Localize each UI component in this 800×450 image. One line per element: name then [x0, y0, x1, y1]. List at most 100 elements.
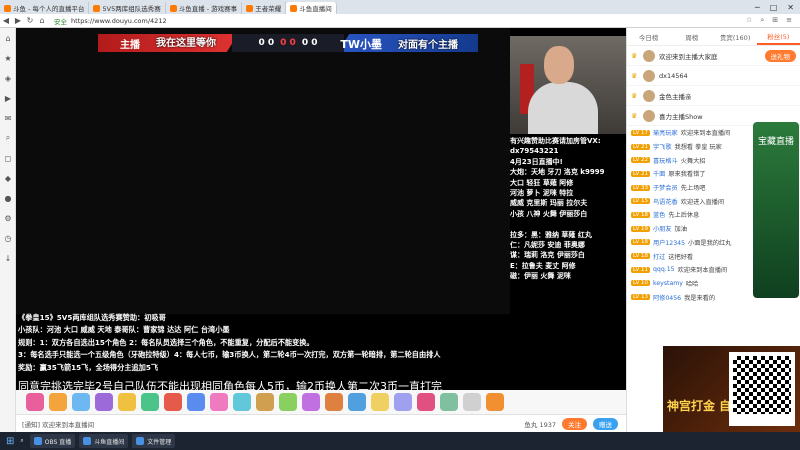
rank-badge[interactable]: 送礼物 [764, 49, 796, 62]
gift-icon[interactable] [210, 393, 228, 411]
chat-user-name[interactable]: 喜玩格斗 [653, 156, 678, 165]
gift-icon[interactable] [486, 393, 504, 411]
chat-user-name[interactable]: 蓝色 [653, 210, 665, 219]
chat-user-name[interactable]: 于梦会员 [653, 183, 678, 192]
gift-icon[interactable] [118, 393, 136, 411]
download-icon[interactable]: ↓ [0, 248, 16, 268]
taskbar-app[interactable]: 文件管理 [132, 434, 176, 448]
level-badge: LV 21 [631, 143, 650, 150]
start-icon[interactable]: ⊞ [6, 436, 14, 447]
scoreboard: 0 0 0 0 0 0 主播 我在这里等你 TW小墨 对面有个主播 [98, 32, 478, 54]
taskbar-app[interactable]: OBS 直播 [29, 434, 76, 448]
gift-icon[interactable] [463, 393, 481, 411]
level-badge: LV 11 [631, 266, 650, 273]
gift-icon[interactable] [72, 393, 90, 411]
gift-icon[interactable] [348, 393, 366, 411]
browser-tab[interactable]: 5V5两库组队选秀赛 [89, 2, 166, 14]
refresh-icon[interactable]: ↻ [24, 16, 36, 25]
rank-row[interactable]: ♛ 金色主播亲 [627, 86, 800, 106]
taskbar-app[interactable]: 斗鱼直播间 [79, 434, 129, 448]
rule-line: 3：每名选手只能选一个五级角色（牙砲拉特级）4：每人七币，输3币换人，第二轮4币… [18, 350, 441, 360]
extension-icon[interactable]: ⊞ [772, 16, 778, 25]
chat-user-name[interactable]: 瑜亮玩家 [653, 128, 678, 137]
star-icon[interactable]: ☆ [746, 16, 752, 25]
streamer-body [528, 82, 598, 134]
app-icon [136, 437, 145, 445]
chat-user-name[interactable]: 小朋友 [653, 224, 672, 233]
home-icon[interactable]: ⌂ [0, 28, 16, 48]
browser-tab-active[interactable]: 斗鱼直播间 [286, 2, 337, 14]
search-icon[interactable]: ⌕ [0, 128, 16, 148]
chat-user-name[interactable]: 鸟语花香 [653, 197, 678, 206]
browser-tab[interactable]: 斗鱼 - 每个人的直播平台 [0, 2, 90, 14]
gift-icon[interactable] [325, 393, 343, 411]
gift-icon[interactable] [49, 393, 67, 411]
message-icon[interactable]: ◻ [0, 148, 16, 168]
tab-fans[interactable]: 粉丝(5) [756, 28, 800, 45]
tab-daily-rank[interactable]: 今日榜 [627, 28, 670, 45]
gift-icon[interactable] [371, 393, 389, 411]
rule-line: 《拳皇15》5V5两库组队选秀赛赞助：初吸哥 [18, 313, 166, 322]
tab-weekly-rank[interactable]: 周榜 [670, 28, 713, 45]
gift-icon[interactable] [233, 393, 251, 411]
forward-icon[interactable]: ▶ [12, 16, 24, 25]
site-icon [290, 4, 298, 12]
browser-tab[interactable]: 王者荣耀 [242, 2, 287, 14]
game-ad[interactable]: 神宫打金 自由交易 [663, 346, 800, 432]
chat-user-name[interactable]: 打过 [653, 252, 665, 261]
info-line: 小孩 八神 火舞 伊丽莎白 [510, 209, 588, 218]
info-line: 磁：伊丽 火舞 泥咪 [510, 272, 571, 281]
gift-icon[interactable] [95, 393, 113, 411]
url-secure-label: 安全 [54, 17, 67, 26]
history-icon[interactable]: ◷ [0, 228, 16, 248]
chat-user-name[interactable]: 阿修0456 [653, 293, 681, 302]
star-icon[interactable]: ★ [0, 48, 16, 68]
promo-banner[interactable]: 宝藏直播 [753, 122, 799, 298]
follow-button[interactable]: 关注 [562, 417, 587, 430]
video-player[interactable]: 0 0 0 0 0 0 主播 我在这里等你 TW小墨 对面有个主播 有兴趣赞助比… [16, 28, 640, 393]
chat-user-name[interactable]: 用户12345 [653, 238, 685, 247]
rank-row[interactable]: ♛ dx14564 [627, 66, 800, 86]
gift-icon[interactable] [417, 393, 435, 411]
rank-list: ♛ 欢迎来到主播大家庭 送礼物 ♛ dx14564 ♛ 金色主播亲 ♛ 喜力主播Show [627, 46, 800, 126]
chat-user-name[interactable]: qqq.15 [653, 266, 675, 273]
search-icon[interactable]: ⌕ [20, 437, 23, 445]
gift-icon[interactable] [141, 393, 159, 411]
chat-user-name[interactable]: 宇飞歌 [653, 142, 672, 151]
streamer-head [544, 46, 574, 84]
video-icon[interactable]: ▶ [0, 88, 16, 108]
send-button[interactable]: 赠送 [593, 417, 618, 430]
close-button[interactable]: ✕ [787, 3, 794, 12]
team-right-name: TW小墨 [340, 38, 382, 51]
browser-tab[interactable]: 斗鱼直播 - 游戏赛事 [166, 2, 243, 14]
gift-icon[interactable] [302, 393, 320, 411]
chat-text: 火舞大招 [680, 157, 706, 165]
chat-user-name[interactable]: keystamy [653, 280, 683, 287]
user-icon[interactable]: ● [0, 188, 16, 208]
settings-icon[interactable]: ⚙ [0, 208, 16, 228]
rank-row[interactable]: ♛ 欢迎来到主播大家庭 送礼物 [627, 46, 800, 66]
tab-vip[interactable]: 贵宾(160) [714, 28, 757, 45]
gift-icon[interactable] [164, 393, 182, 411]
maximize-button[interactable]: □ [770, 3, 778, 12]
game-icon[interactable]: ◈ [0, 68, 16, 88]
info-line: 威威 克里斯 玛丽 拉尔夫 [510, 199, 588, 208]
minimize-button[interactable]: ─ [755, 3, 760, 12]
chat-user-name[interactable]: 千面 [653, 169, 665, 178]
score-right: 0 0 [301, 38, 318, 48]
search-icon[interactable]: ⌕ [760, 16, 764, 25]
back-icon[interactable]: ◀ [0, 16, 12, 25]
mail-icon[interactable]: ✉ [0, 108, 16, 128]
gift-icon[interactable] [279, 393, 297, 411]
gift-icon[interactable] [256, 393, 274, 411]
gift-icon[interactable] [26, 393, 44, 411]
url-field[interactable]: 安全 https://www.douyu.com/4212 [54, 16, 314, 26]
gift-icon[interactable] [394, 393, 412, 411]
menu-icon[interactable]: ≡ [786, 16, 792, 25]
home-icon[interactable]: ⌂ [36, 16, 48, 25]
chat-text: 欢迎来到本直播间 [680, 130, 731, 138]
chat-text: 欢迎来到本直播间 [677, 267, 728, 275]
gift-icon[interactable]: ◆ [0, 168, 16, 188]
gift-icon[interactable] [440, 393, 458, 411]
gift-icon[interactable] [187, 393, 205, 411]
